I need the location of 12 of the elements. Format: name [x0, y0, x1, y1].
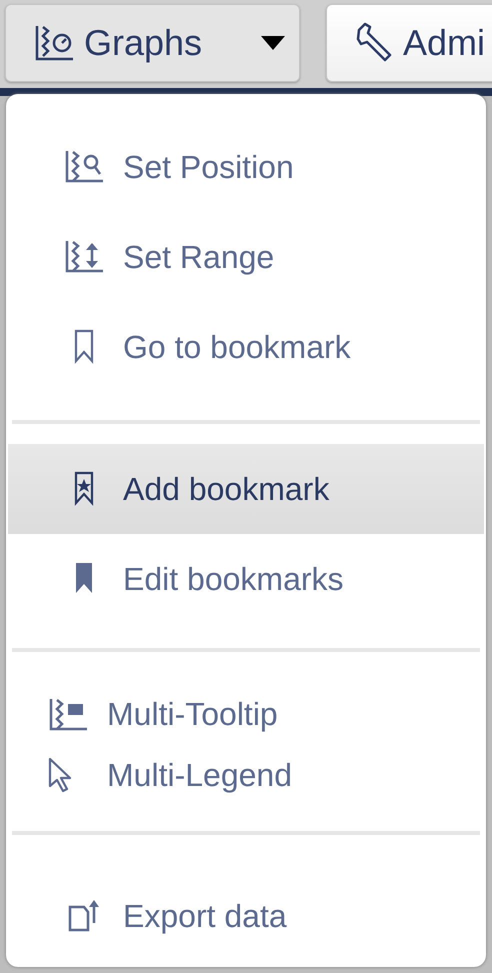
graphs-menu-button[interactable]: Graphs [5, 4, 300, 82]
menu-item[interactable]: Multi-Tooltip [8, 684, 484, 745]
menu-item[interactable]: Set Range [8, 212, 484, 302]
toolbar-button[interactable]: Admi [326, 4, 492, 82]
cursor-icon [48, 756, 74, 794]
menu-item[interactable]: Multi-Legend [8, 745, 484, 806]
chart-gauge-icon [34, 23, 76, 63]
menu-item[interactable]: Edit bookmarks [8, 534, 484, 624]
menu-item[interactable]: Export data [8, 871, 484, 961]
menu-item[interactable]: Add bookmark [8, 444, 484, 534]
menu-item[interactable]: Set Position [8, 122, 484, 212]
menu-item[interactable]: Go to bookmark [8, 302, 484, 392]
